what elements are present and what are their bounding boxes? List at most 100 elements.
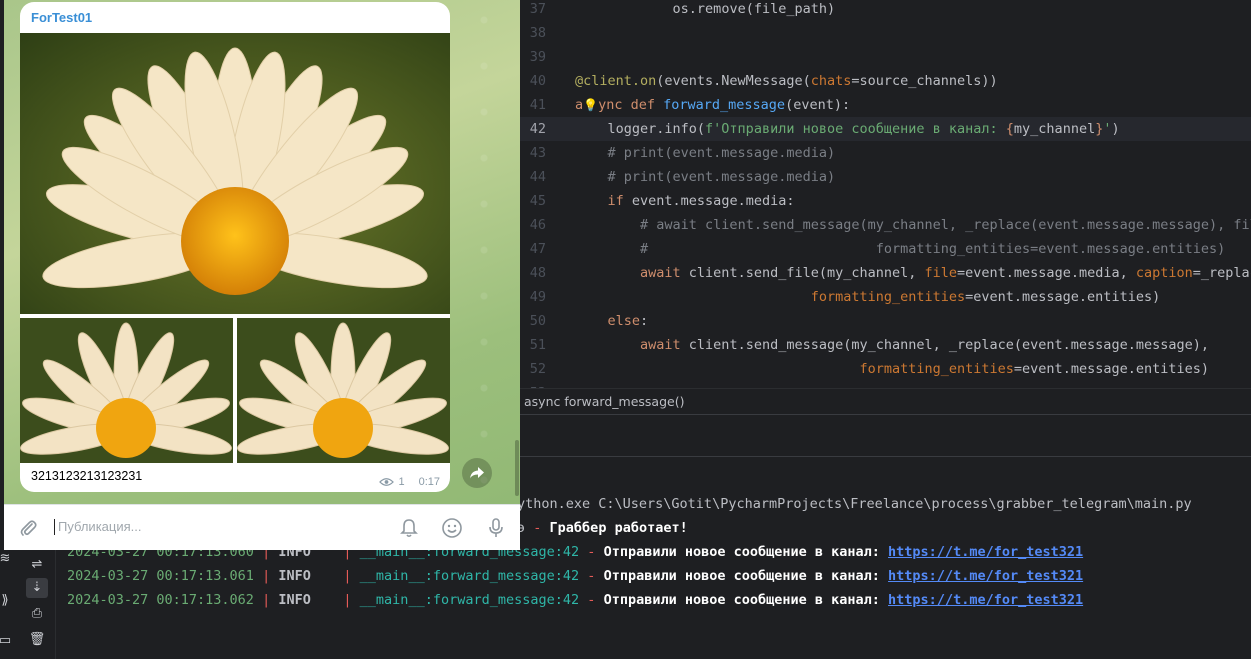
line-number: 39	[529, 49, 546, 65]
line-number: 46	[529, 217, 546, 233]
log-dash: -	[587, 544, 596, 560]
console-command-line: ython.exe C:\Users\Gotit\PycharmProjects…	[517, 496, 1192, 512]
code-text[interactable]: formatting_entities=event.message.entiti…	[575, 357, 1209, 381]
line-number: 37	[529, 1, 546, 17]
line-number: 50	[529, 313, 546, 329]
code-text[interactable]: # print(event.message.media)	[575, 141, 836, 165]
code-line[interactable]: 42 logger.info(f'Отправили новое сообщен…	[520, 117, 1251, 141]
code-text[interactable]: # await client.send_message(my_channel, …	[575, 213, 1251, 237]
log-level: INFO	[278, 568, 344, 584]
code-text[interactable]: formatting_entities=event.message.entiti…	[575, 285, 1161, 309]
log-line: 2024-03-27 00:17:13.061 | INFO | __main_…	[67, 564, 1083, 588]
forward-button[interactable]	[462, 458, 492, 488]
log-link[interactable]: https://t.me/for_test321	[888, 568, 1083, 584]
eye-icon	[379, 478, 395, 486]
code-text[interactable]: if event.message.media:	[575, 189, 795, 213]
line-number: 43	[529, 145, 546, 161]
code-editor[interactable]: 37 os.remove(file_path) 38 39 40 @client.on(…	[520, 0, 1251, 388]
log-dash: -	[587, 568, 596, 584]
soft-wrap-icon[interactable]: ⇌	[26, 555, 48, 575]
line-number: 40	[529, 73, 546, 89]
forward-icon	[470, 467, 484, 479]
log-separator: |	[343, 568, 352, 584]
log-level: INFO	[278, 592, 344, 608]
sender-name[interactable]: ForTest01	[31, 10, 92, 25]
console-toolbar: ≋ ⟫ ▭ ⇌ ⇣ ⎙ 🗑	[0, 540, 56, 659]
line-number: 52	[529, 361, 546, 377]
log-function: :forward_message:42	[424, 592, 580, 608]
message-time: 0:17	[418, 476, 440, 488]
tool-window-header	[520, 414, 1251, 485]
code-line[interactable]: 50 else:	[520, 309, 1251, 333]
code-line[interactable]: 40 @client.on(events.NewMessage(chats=sou…	[520, 69, 1251, 93]
line-number: 41	[529, 97, 546, 113]
code-line[interactable]: 47 # formatting_entities=event.message.e…	[520, 237, 1251, 261]
message-input[interactable]: Публикация...	[54, 519, 141, 535]
line-number: 51	[529, 337, 546, 353]
code-line[interactable]: 44 # print(event.message.media)	[520, 165, 1251, 189]
photo-thumb-1[interactable]	[20, 318, 233, 463]
log-separator: |	[262, 592, 271, 608]
chat-scrollbar[interactable]	[513, 0, 520, 500]
code-text[interactable]: await client.send_file(my_channel, file=…	[575, 261, 1251, 285]
message-caption: 3213123213123231	[31, 469, 143, 483]
bell-icon[interactable]	[398, 517, 420, 539]
line-number: 44	[529, 169, 546, 185]
code-line[interactable]: 51 await client.send_message(my_channel,…	[520, 333, 1251, 357]
scroll-to-end-icon[interactable]: ⇣	[26, 578, 48, 598]
log-separator: |	[262, 568, 271, 584]
telegram-window: ForTest01 3213123213123231 1 0:17 Публик…	[4, 0, 520, 550]
log-message: Отправили новое сообщение в канал:	[603, 544, 880, 560]
breadcrumb-function[interactable]: async forward_message()	[524, 394, 684, 409]
log-module: __main__	[359, 592, 425, 608]
line-number: 45	[529, 193, 546, 209]
code-line[interactable]: 53	[520, 381, 1251, 388]
code-line[interactable]: 45 if event.message.media:	[520, 189, 1251, 213]
log-line: 2024-03-27 00:17:13.062 | INFO | __main_…	[67, 588, 1083, 612]
layers-icon[interactable]: ≋	[0, 550, 14, 568]
code-text[interactable]: # print(event.message.media)	[575, 165, 836, 189]
code-text[interactable]: @client.on(events.NewMessage(chats=sourc…	[575, 69, 998, 93]
log-message: Отправили новое сообщение в канал:	[603, 592, 880, 608]
code-line[interactable]: 38	[520, 21, 1251, 45]
code-line[interactable]: 48 await client.send_file(my_channel, fi…	[520, 261, 1251, 285]
emoji-icon[interactable]	[441, 517, 463, 539]
code-text[interactable]: else:	[575, 309, 649, 333]
code-text[interactable]: logger.info(f'Отправили новое сообщение …	[575, 117, 1120, 141]
message-meta: 1 0:17	[379, 476, 440, 488]
log-dash: -	[587, 592, 596, 608]
microphone-icon[interactable]	[485, 517, 507, 539]
print-icon[interactable]: ⎙	[26, 604, 48, 624]
attach-icon[interactable]	[17, 517, 39, 539]
code-line[interactable]: 37 os.remove(file_path)	[520, 0, 1251, 21]
photo-thumb-2[interactable]	[237, 318, 450, 463]
line-number: 47	[529, 241, 546, 257]
code-line[interactable]: 46 # await client.send_message(my_channe…	[520, 213, 1251, 237]
terminal-icon[interactable]: ▭	[0, 632, 14, 650]
code-line[interactable]: 52 formatting_entities=event.message.ent…	[520, 357, 1251, 381]
log-date: 2024-03-27 00:17:13.062	[67, 592, 254, 608]
log-link[interactable]: https://t.me/for_test321	[888, 544, 1083, 560]
code-text[interactable]: await client.send_message(my_channel, _r…	[575, 333, 1209, 357]
line-number: 38	[529, 25, 546, 41]
run-icon[interactable]: ⟫	[0, 592, 14, 610]
line-number: 49	[529, 289, 546, 305]
code-line[interactable]: 49 formatting_entities=event.message.ent…	[520, 285, 1251, 309]
code-line[interactable]: 39	[520, 45, 1251, 69]
message-composer: Публикация...	[4, 504, 520, 550]
code-text[interactable]: a💡ync def forward_message(event):	[575, 93, 850, 117]
code-text[interactable]: # formatting_entities=event.message.enti…	[575, 237, 1225, 261]
log-function: :forward_message:42	[424, 568, 580, 584]
code-text[interactable]: os.remove(file_path)	[575, 0, 836, 21]
message-bubble[interactable]: ForTest01 3213123213123231 1 0:17	[20, 2, 450, 492]
photo-main[interactable]	[20, 33, 450, 314]
log-message: Отправили новое сообщение в канал:	[603, 568, 880, 584]
trash-icon[interactable]: 🗑	[26, 630, 48, 650]
line-number: 42	[529, 121, 546, 137]
log-date: 2024-03-27 00:17:13.061	[67, 568, 254, 584]
code-line[interactable]: 41 a💡ync def forward_message(event):	[520, 93, 1251, 117]
code-line[interactable]: 43 # print(event.message.media)	[520, 141, 1251, 165]
line-number: 53	[520, 381, 546, 388]
log-link[interactable]: https://t.me/for_test321	[888, 592, 1083, 608]
editor-breadcrumb[interactable]: async forward_message()	[520, 388, 1251, 414]
